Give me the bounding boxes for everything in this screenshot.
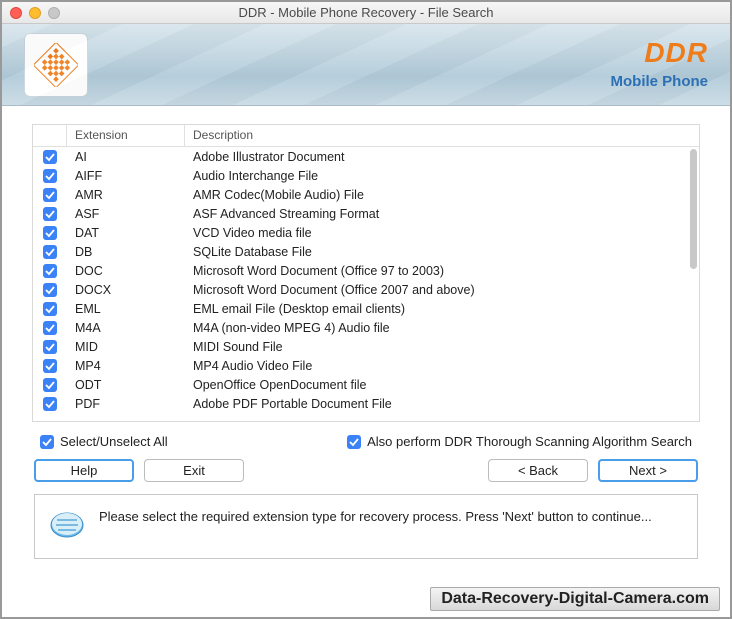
table-row[interactable]: PDFAdobe PDF Portable Document File <box>33 394 699 413</box>
cell-extension: DAT <box>67 226 185 240</box>
app-logo <box>24 33 88 97</box>
hint-box: Please select the required extension typ… <box>34 494 698 559</box>
table-row[interactable]: MIDMIDI Sound File <box>33 337 699 356</box>
scrollbar[interactable] <box>690 149 697 269</box>
brand-name: DDR <box>611 39 709 67</box>
cell-extension: ODT <box>67 378 185 392</box>
window-title: DDR - Mobile Phone Recovery - File Searc… <box>2 5 730 20</box>
checkmark-icon[interactable] <box>43 340 57 354</box>
cell-extension: PDF <box>67 397 185 411</box>
checkmark-icon[interactable] <box>43 207 57 221</box>
checkmark-icon <box>347 435 361 449</box>
checkmark-icon[interactable] <box>43 169 57 183</box>
checkmark-icon[interactable] <box>43 283 57 297</box>
table-row[interactable]: DOCXMicrosoft Word Document (Office 2007… <box>33 280 699 299</box>
cell-description: MIDI Sound File <box>185 340 699 354</box>
table-row[interactable]: AIFFAudio Interchange File <box>33 166 699 185</box>
cell-description: Adobe PDF Portable Document File <box>185 397 699 411</box>
zoom-icon <box>48 7 60 19</box>
cell-extension: AI <box>67 150 185 164</box>
col-description[interactable]: Description <box>185 125 699 146</box>
table-row[interactable]: EMLEML email File (Desktop email clients… <box>33 299 699 318</box>
exit-button[interactable]: Exit <box>144 459 244 482</box>
select-all-label: Select/Unselect All <box>60 434 168 449</box>
col-extension[interactable]: Extension <box>67 125 185 146</box>
minimize-icon[interactable] <box>29 7 41 19</box>
cell-description: SQLite Database File <box>185 245 699 259</box>
checkmark-icon[interactable] <box>43 226 57 240</box>
checkmark-icon[interactable] <box>43 188 57 202</box>
cell-extension: EML <box>67 302 185 316</box>
checkmark-icon[interactable] <box>43 321 57 335</box>
cell-extension: ASF <box>67 207 185 221</box>
thorough-scan-label: Also perform DDR Thorough Scanning Algor… <box>367 434 692 449</box>
back-button[interactable]: < Back <box>488 459 588 482</box>
hint-text: Please select the required extension typ… <box>99 507 652 528</box>
cell-description: AMR Codec(Mobile Audio) File <box>185 188 699 202</box>
table-row[interactable]: AMRAMR Codec(Mobile Audio) File <box>33 185 699 204</box>
app-header: DDR Mobile Phone <box>2 24 730 106</box>
brand: DDR Mobile Phone <box>611 39 709 90</box>
cell-description: ASF Advanced Streaming Format <box>185 207 699 221</box>
help-button[interactable]: Help <box>34 459 134 482</box>
checkmark-icon[interactable] <box>43 378 57 392</box>
table-header: Extension Description <box>33 125 699 147</box>
cell-description: Microsoft Word Document (Office 97 to 20… <box>185 264 699 278</box>
cell-description: MP4 Audio Video File <box>185 359 699 373</box>
table-row[interactable]: MP4MP4 Audio Video File <box>33 356 699 375</box>
select-all-checkbox[interactable]: Select/Unselect All <box>40 434 168 449</box>
cell-description: OpenOffice OpenDocument file <box>185 378 699 392</box>
cell-description: Audio Interchange File <box>185 169 699 183</box>
cell-extension: DOC <box>67 264 185 278</box>
cell-extension: DOCX <box>67 283 185 297</box>
cell-description: M4A (non-video MPEG 4) Audio file <box>185 321 699 335</box>
cell-description: Microsoft Word Document (Office 2007 and… <box>185 283 699 297</box>
checkmark-icon[interactable] <box>43 359 57 373</box>
checkmark-icon[interactable] <box>43 302 57 316</box>
thorough-scan-checkbox[interactable]: Also perform DDR Thorough Scanning Algor… <box>347 434 692 449</box>
checkmark-icon[interactable] <box>43 397 57 411</box>
cell-description: Adobe Illustrator Document <box>185 150 699 164</box>
table-row[interactable]: ASFASF Advanced Streaming Format <box>33 204 699 223</box>
table-row[interactable]: AIAdobe Illustrator Document <box>33 147 699 166</box>
cell-extension: AIFF <box>67 169 185 183</box>
table-row[interactable]: M4AM4A (non-video MPEG 4) Audio file <box>33 318 699 337</box>
extensions-table: Extension Description AIAdobe Illustrato… <box>32 124 700 422</box>
cell-extension: AMR <box>67 188 185 202</box>
table-row[interactable]: DOCMicrosoft Word Document (Office 97 to… <box>33 261 699 280</box>
next-button[interactable]: Next > <box>598 459 698 482</box>
cell-extension: DB <box>67 245 185 259</box>
info-icon <box>49 507 85 546</box>
brand-subtitle: Mobile Phone <box>611 73 709 90</box>
titlebar: DDR - Mobile Phone Recovery - File Searc… <box>2 2 730 24</box>
close-icon[interactable] <box>10 7 22 19</box>
cell-description: VCD Video media file <box>185 226 699 240</box>
cell-extension: MID <box>67 340 185 354</box>
cell-extension: M4A <box>67 321 185 335</box>
checkmark-icon <box>40 435 54 449</box>
watermark: Data-Recovery-Digital-Camera.com <box>430 587 720 611</box>
cell-extension: MP4 <box>67 359 185 373</box>
checkmark-icon[interactable] <box>43 150 57 164</box>
table-row[interactable]: ODTOpenOffice OpenDocument file <box>33 375 699 394</box>
table-row[interactable]: DBSQLite Database File <box>33 242 699 261</box>
window-controls <box>10 7 60 19</box>
table-row[interactable]: DATVCD Video media file <box>33 223 699 242</box>
cell-description: EML email File (Desktop email clients) <box>185 302 699 316</box>
checkmark-icon[interactable] <box>43 264 57 278</box>
checkmark-icon[interactable] <box>43 245 57 259</box>
